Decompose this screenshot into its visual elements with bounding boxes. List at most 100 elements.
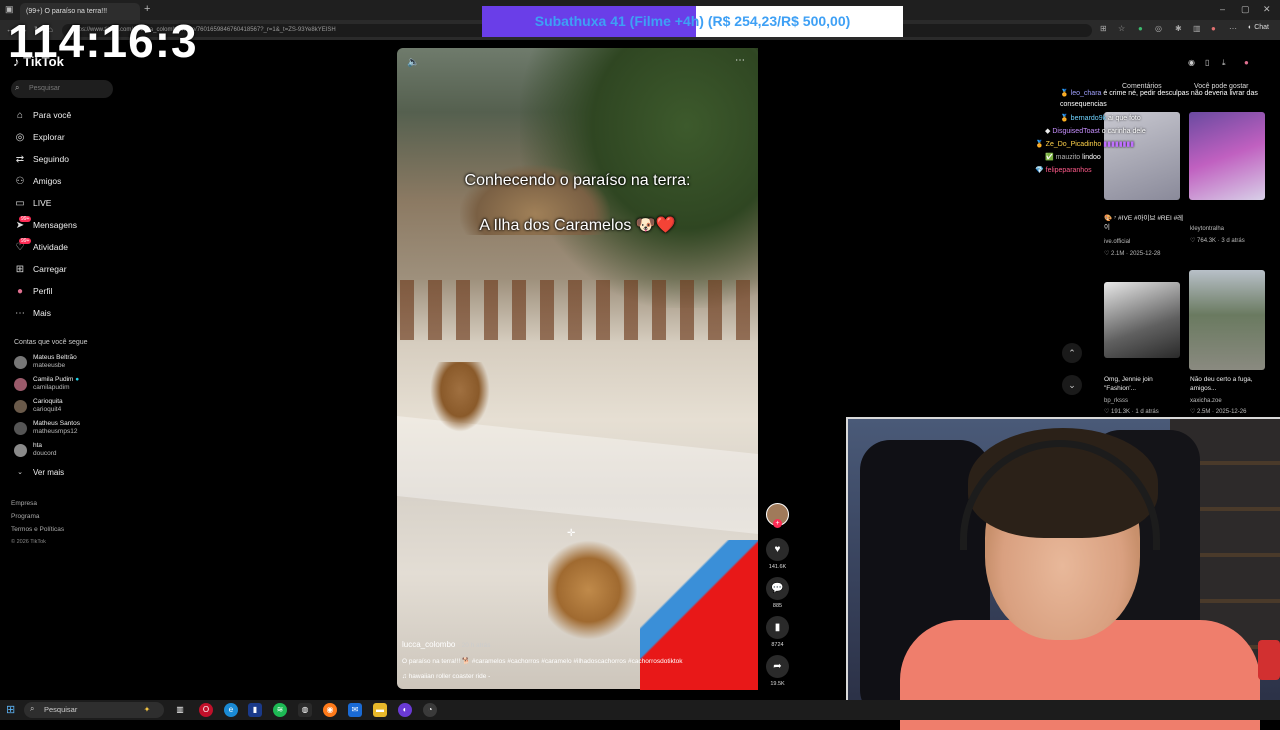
- sidebar-item-seguindo[interactable]: ⇄ Seguindo: [14, 151, 134, 167]
- sidebar-item-perfil[interactable]: ● Perfil: [14, 283, 134, 299]
- opera-icon[interactable]: O: [199, 703, 213, 717]
- recommended-stats: ♡ 764.3K · 3 d atrás: [1190, 238, 1245, 244]
- next-video-button[interactable]: ⌄: [1062, 375, 1082, 395]
- firefox-icon[interactable]: ◉: [323, 703, 337, 717]
- recommended-thumbnail[interactable]: [1189, 270, 1265, 370]
- sidebar-item-live[interactable]: ▭ LIVE: [14, 195, 134, 211]
- sidebar-item-atividade[interactable]: ♡ 99+ Atividade: [14, 237, 134, 255]
- goal-text: Subathuxa 41 (Filme +4h) (R$ 254,23/R$ 5…: [534, 13, 851, 29]
- task-view-icon[interactable]: ▥: [173, 703, 187, 717]
- sidebar-item-amigos[interactable]: ⚇ Amigos: [14, 173, 134, 189]
- followed-account[interactable]: Matheus Santos matheusmps12: [14, 418, 80, 438]
- recommended-thumbnail[interactable]: [1104, 282, 1180, 358]
- windows-start-icon[interactable]: ⊞: [6, 703, 15, 716]
- video-post-time: · 20 h atrás: [457, 642, 491, 649]
- chat-message: 🏅 leo_chara é crime né, pedir desculpas …: [1060, 88, 1270, 110]
- heart-icon: ♥: [774, 544, 781, 555]
- video-music[interactable]: ♫ hawaiian roller coaster ride -: [402, 673, 490, 680]
- video-author[interactable]: lucca_colombo · 20 h atrás: [402, 640, 491, 649]
- maximize-icon[interactable]: ▢: [1241, 4, 1250, 15]
- sidebar-item-explorar[interactable]: ◎ Explorar: [14, 129, 134, 145]
- share-button[interactable]: ➦: [766, 655, 789, 678]
- profile-avatar-icon[interactable]: ●: [1211, 24, 1216, 33]
- puzzle-icon[interactable]: ✱: [1175, 24, 1182, 33]
- followed-account[interactable]: Carioquita carioquit4: [14, 396, 63, 416]
- extension-icon[interactable]: ●: [1138, 24, 1143, 33]
- home-icon: ⌂: [16, 109, 24, 121]
- followed-account[interactable]: Camila Pudim ● camilapudim: [14, 374, 79, 394]
- recommended-author[interactable]: bp_rksss: [1104, 398, 1128, 404]
- recommended-caption: 🎨 ⁷ #IVE #아이브 #REI #레이: [1104, 215, 1184, 231]
- recommended-likes: 2.1M: [1111, 251, 1125, 257]
- followed-account[interactable]: hta doucord: [14, 440, 57, 460]
- chat-user: leo_chara: [1070, 90, 1102, 97]
- sidebar-item-carregar[interactable]: ⊞ Carregar: [14, 261, 134, 277]
- recommended-author[interactable]: ive.official: [1104, 239, 1130, 245]
- webcam-microphone: [1258, 640, 1280, 680]
- footer-link-termos[interactable]: Termos e Políticas: [11, 526, 64, 533]
- chat-text: lindoo: [1082, 154, 1101, 161]
- obs-icon[interactable]: ◐: [398, 703, 412, 717]
- account-name: Mateus Beltrão: [33, 354, 77, 361]
- chat-button[interactable]: ◐ Chat: [1248, 24, 1269, 31]
- bookmark-icon: ▮: [774, 622, 781, 633]
- comment-icon: 💬: [771, 583, 784, 594]
- compass-icon: ◎: [15, 131, 25, 143]
- sidebar-item-label: LIVE: [33, 198, 52, 208]
- app-icon[interactable]: ◔: [423, 703, 437, 717]
- search-icon: ⌕: [30, 704, 35, 713]
- translate-icon[interactable]: ⊞: [1100, 24, 1107, 33]
- star-icon[interactable]: ☆: [1118, 24, 1125, 33]
- save-button[interactable]: ▮: [766, 616, 789, 639]
- recommended-thumbnail[interactable]: [1104, 112, 1180, 200]
- download-icon[interactable]: ⤓: [1222, 58, 1226, 68]
- copilot-icon[interactable]: ✦: [140, 703, 154, 717]
- see-more-button[interactable]: ⌄ Ver mais: [14, 464, 134, 480]
- terminal-icon[interactable]: ▮: [248, 703, 262, 717]
- sidebar-item-mensagens[interactable]: ➤ 99+ Mensagens: [14, 215, 134, 233]
- chat-badge-icon: 💎: [1035, 167, 1044, 174]
- minimize-icon[interactable]: –: [1220, 4, 1225, 14]
- recommended-author[interactable]: kleytontralha: [1190, 226, 1224, 232]
- footer-link-programa[interactable]: Programa: [11, 513, 40, 520]
- search-input[interactable]: Pesquisar: [11, 80, 113, 98]
- recommended-likes: 764.3K: [1197, 238, 1217, 244]
- settings-icon[interactable]: ◉: [1188, 58, 1195, 67]
- account-handle: carioquit4: [33, 406, 62, 413]
- app-icon[interactable]: ◍: [298, 703, 312, 717]
- chat-message: 🏅 Ze_Do_Picadinho ▮▮▮▮▮▮▮▮: [1035, 140, 1134, 148]
- sidebar-item-mais[interactable]: ⋯ Mais: [14, 305, 134, 321]
- activity-badge: 99+: [19, 237, 32, 244]
- device-icon[interactable]: ▯: [1205, 58, 1209, 67]
- close-icon[interactable]: ✕: [1263, 4, 1271, 15]
- recommended-date: 2025-12-28: [1129, 251, 1161, 257]
- recommended-author[interactable]: xaxicha.zoe: [1190, 398, 1222, 404]
- refresh-ext-icon[interactable]: ◎: [1155, 24, 1162, 33]
- sidebar-item-para-voce[interactable]: ⌂ Para você: [14, 107, 134, 123]
- kebab-menu-icon[interactable]: ⋯: [1229, 24, 1237, 33]
- music-note-icon: ♫: [402, 673, 409, 680]
- video-music-title: hawaiian roller coaster ride -: [408, 673, 491, 680]
- previous-video-button[interactable]: ⌃: [1062, 343, 1082, 363]
- volume-icon[interactable]: 🔈: [407, 57, 419, 68]
- followed-account[interactable]: Mateus Beltrão mateeusbe: [14, 352, 77, 372]
- comment-button[interactable]: 💬: [766, 577, 789, 600]
- recommended-thumbnail[interactable]: [1189, 112, 1265, 200]
- chat-text: o carinha dele: [1101, 128, 1146, 135]
- user-avatar-icon[interactable]: ●: [1244, 58, 1249, 67]
- split-icon[interactable]: ▥: [1193, 24, 1201, 33]
- recommended-stats: ♡ 2.5M · 2025-12-26: [1190, 409, 1247, 415]
- chevron-up-icon: ⌃: [1068, 348, 1076, 358]
- spotify-icon[interactable]: ≋: [273, 703, 287, 717]
- more-options-icon[interactable]: ⋯: [735, 55, 745, 66]
- chat-message: ✅ mauzito lindoo: [1045, 153, 1101, 161]
- file-explorer-icon[interactable]: ▬: [373, 703, 387, 717]
- recommended-stats: ♡ 2.1M · 2025-12-28: [1104, 251, 1161, 257]
- mail-icon[interactable]: ✉: [348, 703, 362, 717]
- share-icon: ➦: [773, 661, 782, 672]
- like-button[interactable]: ♥: [766, 538, 789, 561]
- follow-plus-icon[interactable]: +: [773, 519, 782, 528]
- activity-icon: ♡ 99+: [15, 237, 32, 253]
- edge-icon[interactable]: e: [224, 703, 238, 717]
- footer-link-empresa[interactable]: Empresa: [11, 500, 37, 507]
